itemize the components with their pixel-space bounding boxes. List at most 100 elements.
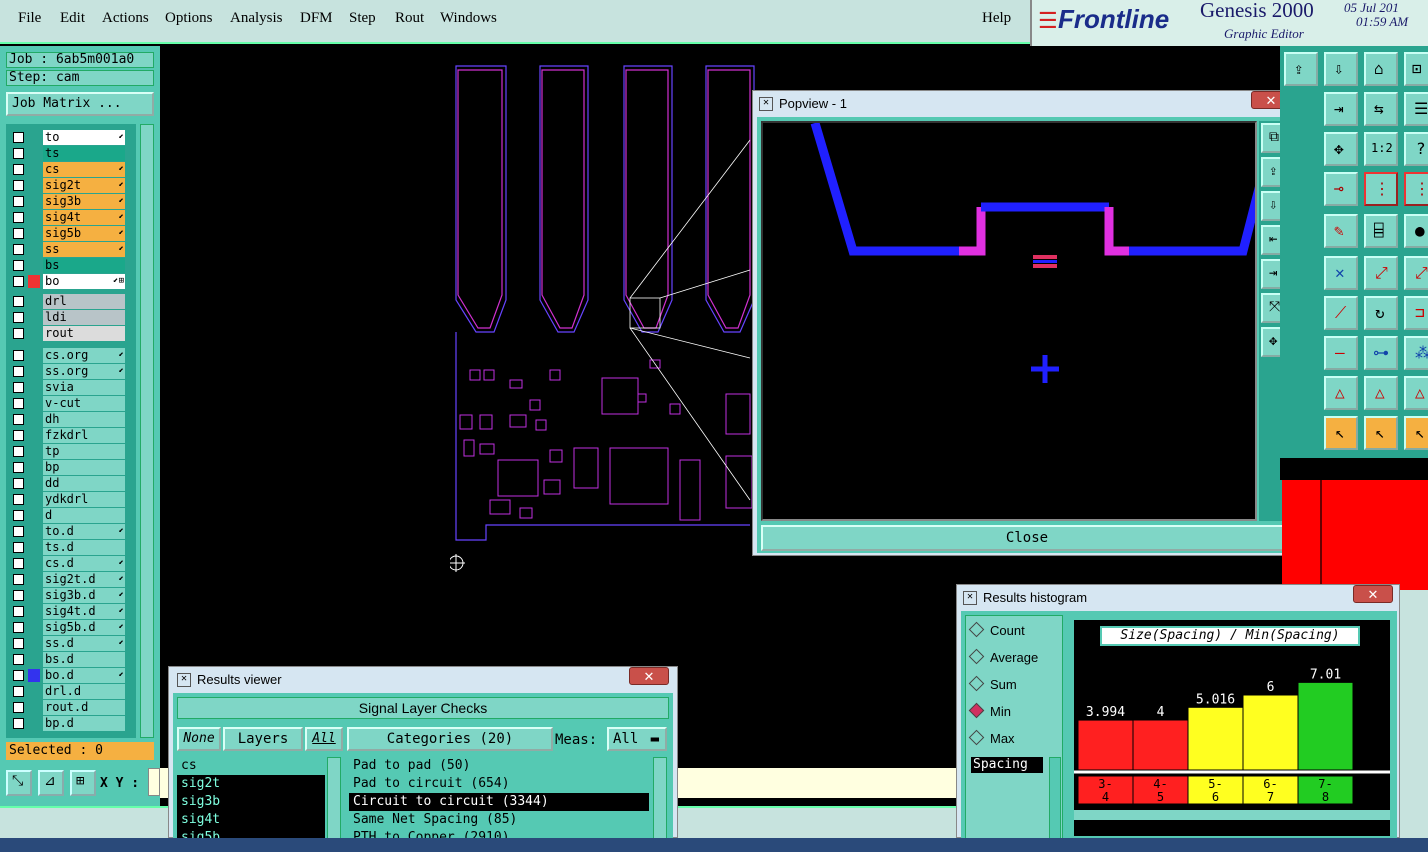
layer-checkbox[interactable] (13, 328, 24, 339)
layer-row[interactable]: to.d ⬋ (10, 524, 128, 539)
menu-edit[interactable]: Edit (60, 10, 85, 27)
layer-row[interactable]: cs ⬋ (10, 162, 128, 177)
layer-row[interactable]: ts (10, 146, 128, 161)
category-list-scrollbar[interactable] (653, 757, 667, 839)
layer-checkbox[interactable] (13, 590, 24, 601)
layer-row[interactable]: cs.d ⬋ (10, 556, 128, 571)
category-item[interactable]: Circuit to circuit (3344) (349, 793, 649, 811)
layer-row[interactable]: bs.d (10, 652, 128, 667)
layer-checkbox[interactable] (13, 638, 24, 649)
tool-dot-button[interactable]: ● (1404, 214, 1428, 248)
layer-checkbox[interactable] (13, 164, 24, 175)
results-viewer-close-button[interactable]: ✕ (629, 667, 669, 685)
tool-select-button[interactable]: ↖ (1324, 416, 1358, 450)
layer-checkbox[interactable] (13, 228, 24, 239)
measure-button[interactable]: ⊿ (38, 770, 64, 796)
layer-row[interactable]: ts.d (10, 540, 128, 555)
histogram-mode-radio[interactable]: Min (968, 702, 1011, 719)
window-menu-icon[interactable]: ✕ (963, 591, 977, 605)
layer-row[interactable]: dd (10, 476, 128, 491)
window-menu-icon[interactable]: ✕ (177, 673, 191, 687)
grid-button[interactable]: ⊞ (70, 770, 96, 796)
tool-layer-button[interactable]: ⋮ (1364, 172, 1398, 206)
layer-checkbox[interactable] (13, 606, 24, 617)
layer-checkbox[interactable] (13, 180, 24, 191)
tool-export-button[interactable]: ⇥ (1324, 92, 1358, 126)
tool-layer2-button[interactable]: ⋮ (1404, 172, 1428, 206)
histogram-mode-radio[interactable]: Max (968, 729, 1015, 746)
layer-row[interactable]: bs (10, 258, 128, 273)
tool-window-button[interactable]: ⊡ (1404, 52, 1428, 86)
tool-arc-button[interactable]: ↻ (1364, 296, 1398, 330)
tool-minus-button[interactable]: — (1324, 336, 1358, 370)
tool-upload-button[interactable]: ⇪ (1284, 52, 1318, 86)
layers-all-button[interactable]: All (305, 727, 343, 751)
layer-checkbox[interactable] (13, 478, 24, 489)
histogram-mode-radio[interactable]: Average (968, 648, 1038, 665)
layer-checkbox[interactable] (13, 446, 24, 457)
tool-frame-button[interactable]: ⊐ (1404, 296, 1428, 330)
layer-checkbox[interactable] (13, 622, 24, 633)
layer-checkbox[interactable] (13, 686, 24, 697)
histogram-mode-radio[interactable]: Sum (968, 675, 1017, 692)
layer-row[interactable]: ss.d ⬋ (10, 636, 128, 651)
tool-triangle2-button[interactable]: △ (1364, 376, 1398, 410)
menu-step[interactable]: Step (349, 10, 376, 27)
tool-list-button[interactable]: ☰ (1404, 92, 1428, 126)
layer-checkbox[interactable] (13, 574, 24, 585)
layer-checkbox[interactable] (13, 670, 24, 681)
layer-checkbox[interactable] (13, 462, 24, 473)
layer-checkbox[interactable] (13, 260, 24, 271)
tool-delete-button[interactable]: ✕ (1324, 256, 1358, 290)
layer-row[interactable]: sig5b ⬋ (10, 226, 128, 241)
layer-checkbox[interactable] (13, 414, 24, 425)
tool-select2-button[interactable]: ↖ (1364, 416, 1398, 450)
tool-swap-button[interactable]: ⇆ (1364, 92, 1398, 126)
meas-select[interactable]: All ▬ (607, 727, 667, 751)
menu-file[interactable]: File (18, 10, 41, 27)
category-list[interactable]: Pad to pad (50) Pad to circuit (654) Circu… (349, 757, 649, 839)
tool-probe-button[interactable]: ⊸ (1324, 172, 1358, 206)
tool-line-button[interactable]: ⤢ (1364, 256, 1398, 290)
layer-row[interactable]: d (10, 508, 128, 523)
menu-help[interactable]: Help (982, 10, 1011, 27)
layer-row[interactable]: to ⬋ (10, 130, 128, 145)
layer-row[interactable]: ss ⬋ (10, 242, 128, 257)
layer-row[interactable]: dh (10, 412, 128, 427)
category-item[interactable]: Pad to circuit (654) (349, 775, 649, 793)
zoom-fit-button[interactable]: ⤡ (6, 770, 32, 796)
layer-row[interactable]: drl.d (10, 684, 128, 699)
histogram-list-scrollbar[interactable] (1049, 757, 1061, 839)
layer-row[interactable]: svia (10, 380, 128, 395)
layer-checkbox[interactable] (13, 382, 24, 393)
layer-checkbox[interactable] (13, 430, 24, 441)
result-layer-item[interactable]: sig3b (177, 793, 325, 811)
tool-slash-button[interactable]: ⟋ (1324, 296, 1358, 330)
layer-row[interactable]: sig4t ⬋ (10, 210, 128, 225)
result-layer-list[interactable]: cs sig2t sig3b sig4t sig5b (177, 757, 325, 839)
menu-windows[interactable]: Windows (440, 10, 497, 27)
layer-checkbox[interactable] (13, 296, 24, 307)
popview-canvas[interactable] (761, 121, 1268, 521)
result-layer-item[interactable]: cs (177, 757, 325, 775)
layer-checkbox[interactable] (13, 526, 24, 537)
layer-row[interactable]: fzkdrl (10, 428, 128, 443)
tool-link-button[interactable]: ⤢ (1404, 256, 1428, 290)
tool-ruler-button[interactable]: ⌸ (1364, 214, 1398, 248)
layer-list-scrollbar[interactable] (140, 124, 154, 738)
result-layer-item[interactable]: sig2t (177, 775, 325, 793)
layer-checkbox[interactable] (13, 510, 24, 521)
layer-checkbox[interactable] (13, 148, 24, 159)
layer-row[interactable]: bp (10, 460, 128, 475)
menu-dfm[interactable]: DFM (300, 10, 333, 27)
xy-input[interactable] (148, 768, 160, 796)
popview-close-button[interactable]: Close (761, 525, 1293, 551)
tool-download-button[interactable]: ⇩ (1324, 52, 1358, 86)
layer-row[interactable]: rout.d (10, 700, 128, 715)
layer-checkbox[interactable] (13, 350, 24, 361)
tool-triangle3-button[interactable]: △ (1404, 376, 1428, 410)
layer-list-scrollbar[interactable] (327, 757, 341, 839)
layer-checkbox[interactable] (13, 366, 24, 377)
menu-options[interactable]: Options (165, 10, 213, 27)
histogram-close-button[interactable]: ✕ (1353, 585, 1393, 603)
